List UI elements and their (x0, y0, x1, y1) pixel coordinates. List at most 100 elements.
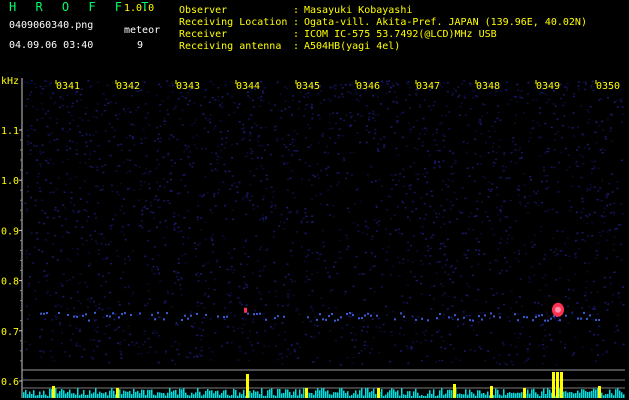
noise-speck (204, 279, 207, 282)
noise-speck (101, 113, 104, 116)
noise-speck (537, 204, 540, 206)
noise-speck (245, 238, 248, 240)
noise-speck (316, 357, 319, 359)
noise-speck (464, 254, 467, 256)
noise-speck (377, 96, 379, 98)
level-bar (211, 390, 213, 398)
noise-speck (229, 281, 231, 283)
noise-speck (195, 273, 197, 276)
noise-speck (471, 274, 474, 277)
noise-speck (256, 331, 258, 334)
noise-speck (86, 201, 89, 203)
noise-speck (252, 106, 255, 108)
noise-speck (98, 307, 101, 309)
noise-speck (209, 114, 212, 116)
carrier-trace-segment (346, 313, 348, 315)
level-bar (127, 391, 129, 398)
noise-speck (61, 285, 64, 287)
noise-speck (466, 142, 469, 144)
noise-speck (312, 174, 315, 177)
noise-speck (441, 304, 444, 307)
noise-speck (79, 161, 82, 164)
noise-speck (60, 248, 63, 251)
noise-speck (591, 308, 594, 310)
carrier-trace-segment (163, 318, 165, 321)
noise-speck (409, 107, 411, 109)
noise-speck (179, 179, 182, 181)
noise-speck (582, 134, 585, 137)
level-bar (593, 388, 595, 398)
level-bar (471, 392, 473, 398)
noise-speck (178, 262, 180, 264)
noise-speck (563, 115, 566, 117)
noise-speck (307, 278, 310, 281)
noise-speck (503, 303, 505, 306)
noise-speck (548, 98, 551, 101)
noise-speck (142, 343, 145, 346)
noise-speck (258, 135, 260, 137)
noise-speck (45, 80, 48, 82)
noise-speck (611, 191, 614, 193)
noise-speck (321, 135, 324, 137)
noise-speck (496, 361, 499, 364)
noise-speck (71, 247, 74, 249)
noise-speck (576, 211, 578, 214)
meteor-count: 9 (137, 40, 144, 51)
noise-speck (144, 103, 147, 105)
noise-speck (147, 230, 150, 232)
noise-speck (445, 105, 448, 107)
level-bar (473, 393, 475, 398)
noise-speck (180, 294, 183, 296)
noise-speck (369, 269, 372, 271)
noise-speck (546, 175, 549, 177)
noise-speck (413, 191, 416, 194)
noise-speck (62, 129, 64, 132)
noise-speck (591, 313, 594, 316)
level-bar (91, 393, 93, 398)
noise-speck (211, 251, 214, 253)
noise-speck (441, 189, 443, 191)
noise-speck (137, 106, 140, 109)
noise-speck (36, 108, 39, 111)
noise-speck (520, 152, 523, 154)
noise-speck (475, 299, 478, 301)
noise-speck (258, 219, 261, 221)
noise-speck (512, 137, 515, 139)
noise-speck (59, 322, 61, 324)
noise-speck (454, 159, 457, 161)
noise-speck (287, 293, 290, 296)
noise-speck (201, 321, 204, 324)
noise-speck (544, 254, 547, 256)
noise-speck (529, 179, 532, 181)
noise-speck (217, 96, 220, 98)
noise-speck (171, 165, 174, 167)
noise-speck (350, 92, 353, 94)
noise-speck (279, 221, 282, 223)
noise-speck (517, 89, 520, 91)
level-bar (341, 388, 343, 398)
level-bar (449, 389, 451, 398)
noise-speck (262, 99, 265, 102)
level-bar (171, 391, 173, 398)
noise-speck (589, 330, 591, 333)
noise-speck (514, 143, 517, 146)
noise-speck (258, 144, 261, 147)
noise-speck (377, 113, 380, 116)
noise-speck (359, 94, 362, 97)
noise-speck (29, 149, 32, 151)
noise-speck (124, 238, 127, 241)
noise-speck (604, 301, 607, 304)
noise-speck (503, 151, 506, 154)
level-bar (141, 389, 143, 398)
noise-speck (41, 350, 43, 352)
noise-speck (191, 165, 194, 168)
noise-speck (497, 248, 500, 250)
noise-speck (573, 135, 576, 137)
noise-speck (544, 122, 547, 125)
noise-speck (159, 140, 162, 143)
noise-speck (179, 92, 182, 94)
noise-speck (500, 210, 502, 213)
noise-speck (209, 80, 212, 83)
noise-speck (85, 210, 88, 212)
noise-speck (211, 239, 214, 241)
